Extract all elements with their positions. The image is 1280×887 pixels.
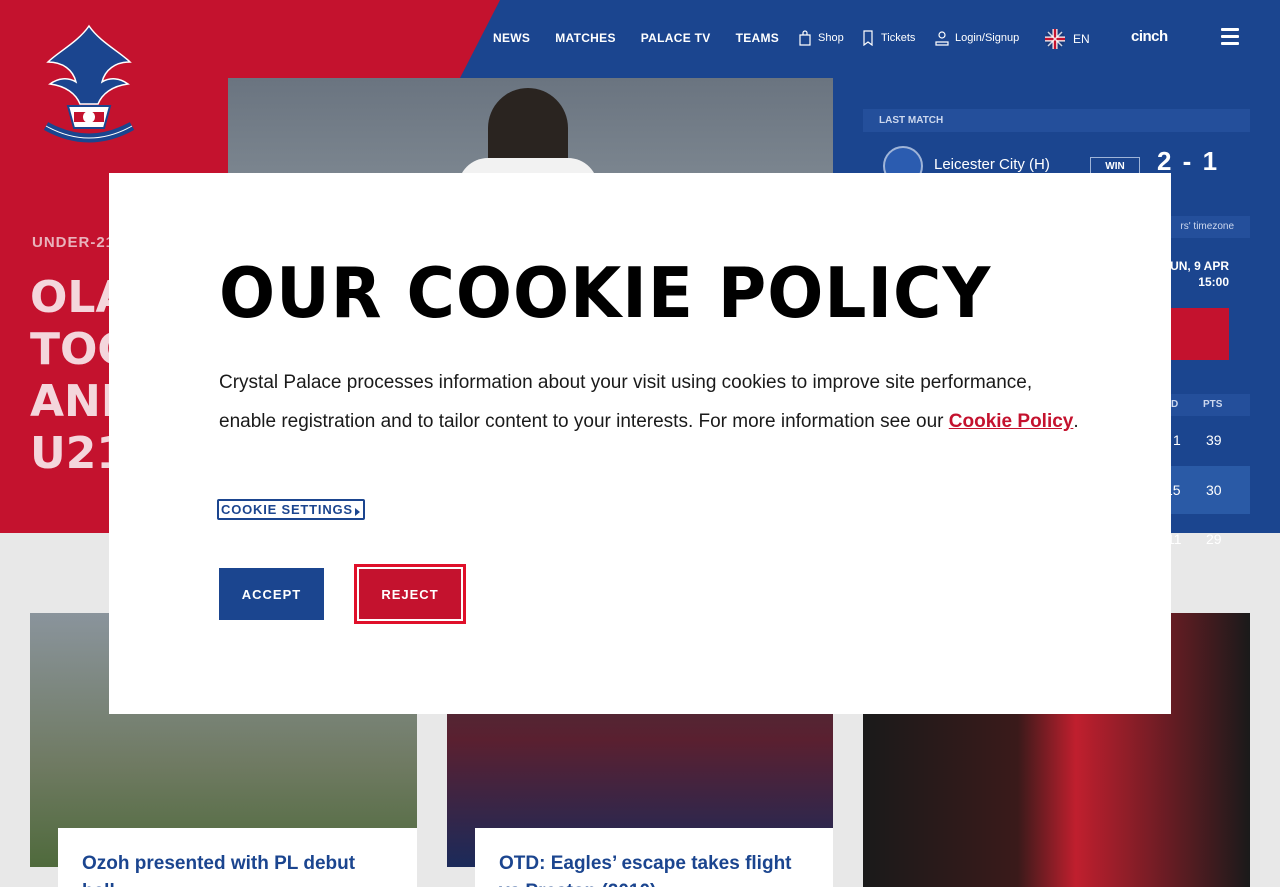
cookie-description: Crystal Palace processes information abo… — [219, 372, 1033, 432]
accept-button[interactable]: ACCEPT — [219, 568, 324, 620]
modal-title: OUR COOKIE POLICY — [219, 253, 992, 334]
reject-button[interactable]: REJECT — [354, 564, 466, 624]
cookie-policy-link[interactable]: Cookie Policy — [949, 411, 1074, 432]
modal-body-text: Crystal Palace processes information abo… — [219, 363, 1079, 441]
cookie-policy-modal: OUR COOKIE POLICY Crystal Palace process… — [109, 173, 1171, 714]
cookie-settings-link[interactable]: COOKIE SETTINGS — [217, 499, 365, 520]
body-period: . — [1073, 411, 1079, 432]
